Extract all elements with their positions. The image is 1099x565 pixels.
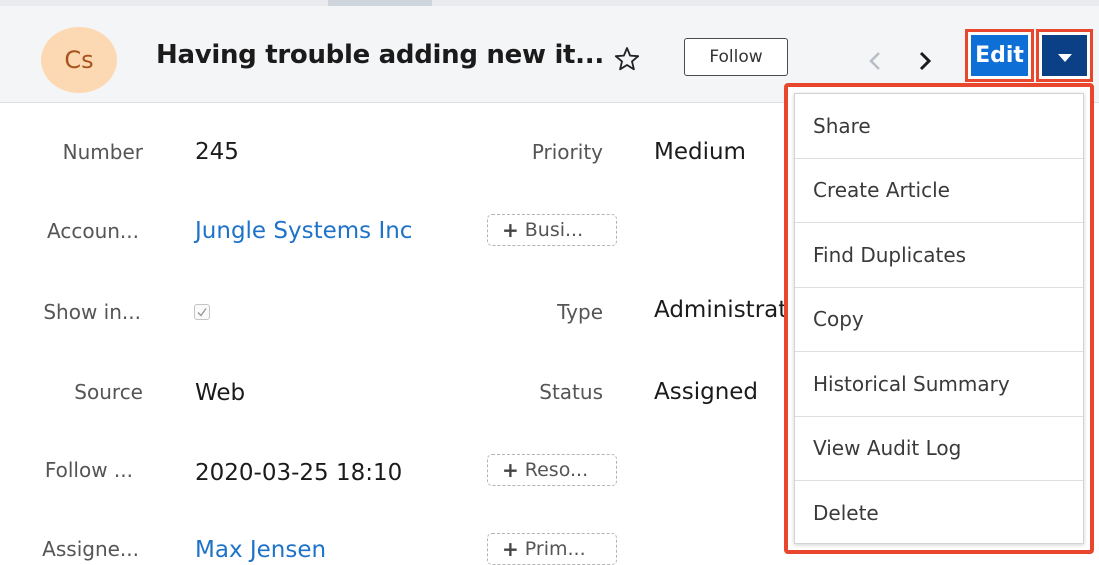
- assigned-label: Assigne...: [42, 537, 139, 561]
- source-value: Web: [195, 380, 246, 406]
- type-value: Administrati: [654, 297, 784, 323]
- account-link[interactable]: Jungle Systems Inc: [195, 218, 412, 244]
- actions-menu: Share Create Article Find Duplicates Cop…: [794, 93, 1084, 544]
- actions-dropdown-highlight: [1036, 29, 1093, 82]
- edit-button-highlight: Edit: [965, 29, 1034, 82]
- edit-button[interactable]: Edit: [971, 35, 1028, 76]
- caret-down-icon: [1057, 53, 1072, 62]
- priority-value: Medium: [654, 139, 746, 165]
- menu-item-historical-summary[interactable]: Historical Summary: [795, 352, 1083, 417]
- menu-item-delete[interactable]: Delete: [795, 481, 1083, 546]
- primary-pill[interactable]: + Prim...: [487, 533, 617, 565]
- source-label: Source: [74, 380, 143, 404]
- menu-item-share[interactable]: Share: [795, 94, 1083, 159]
- business-center-label: Busi...: [524, 219, 584, 241]
- priority-label: Priority: [531, 140, 603, 164]
- menu-item-view-audit-log[interactable]: View Audit Log: [795, 417, 1083, 481]
- page-title: Having trouble adding new it...: [156, 40, 604, 70]
- primary-label: Prim...: [524, 538, 586, 560]
- follow-up-label: Follow ...: [44, 458, 133, 482]
- business-center-pill[interactable]: + Busi...: [487, 214, 617, 246]
- type-label: Type: [557, 300, 603, 324]
- assigned-link[interactable]: Max Jensen: [195, 537, 326, 563]
- actions-dropdown-button[interactable]: [1042, 35, 1087, 76]
- number-label: Number: [62, 140, 143, 164]
- resolved-label: Reso...: [524, 459, 589, 481]
- avatar: Cs: [41, 27, 117, 93]
- status-label: Status: [539, 380, 603, 404]
- resolved-pill[interactable]: + Reso...: [487, 454, 617, 486]
- follow-button[interactable]: Follow: [684, 38, 788, 76]
- follow-up-value: 2020-03-25 18:10: [195, 460, 403, 486]
- show-in-label: Show in...: [43, 300, 141, 324]
- actions-menu-highlight: Share Create Article Find Duplicates Cop…: [784, 83, 1094, 554]
- plus-icon: +: [502, 218, 519, 242]
- star-icon[interactable]: [614, 46, 640, 72]
- number-value: 245: [195, 139, 239, 165]
- checkmark-icon: [197, 308, 207, 317]
- show-in-checkbox[interactable]: [194, 304, 210, 320]
- status-value: Assigned: [654, 379, 759, 405]
- chevron-right-icon[interactable]: [918, 50, 932, 72]
- plus-icon: +: [502, 458, 519, 482]
- chevron-left-icon[interactable]: [868, 50, 882, 72]
- menu-item-find-duplicates[interactable]: Find Duplicates: [795, 223, 1083, 288]
- plus-icon: +: [502, 537, 519, 561]
- menu-item-create-article[interactable]: Create Article: [795, 159, 1083, 223]
- account-label: Accoun...: [47, 219, 139, 243]
- menu-item-copy[interactable]: Copy: [795, 288, 1083, 352]
